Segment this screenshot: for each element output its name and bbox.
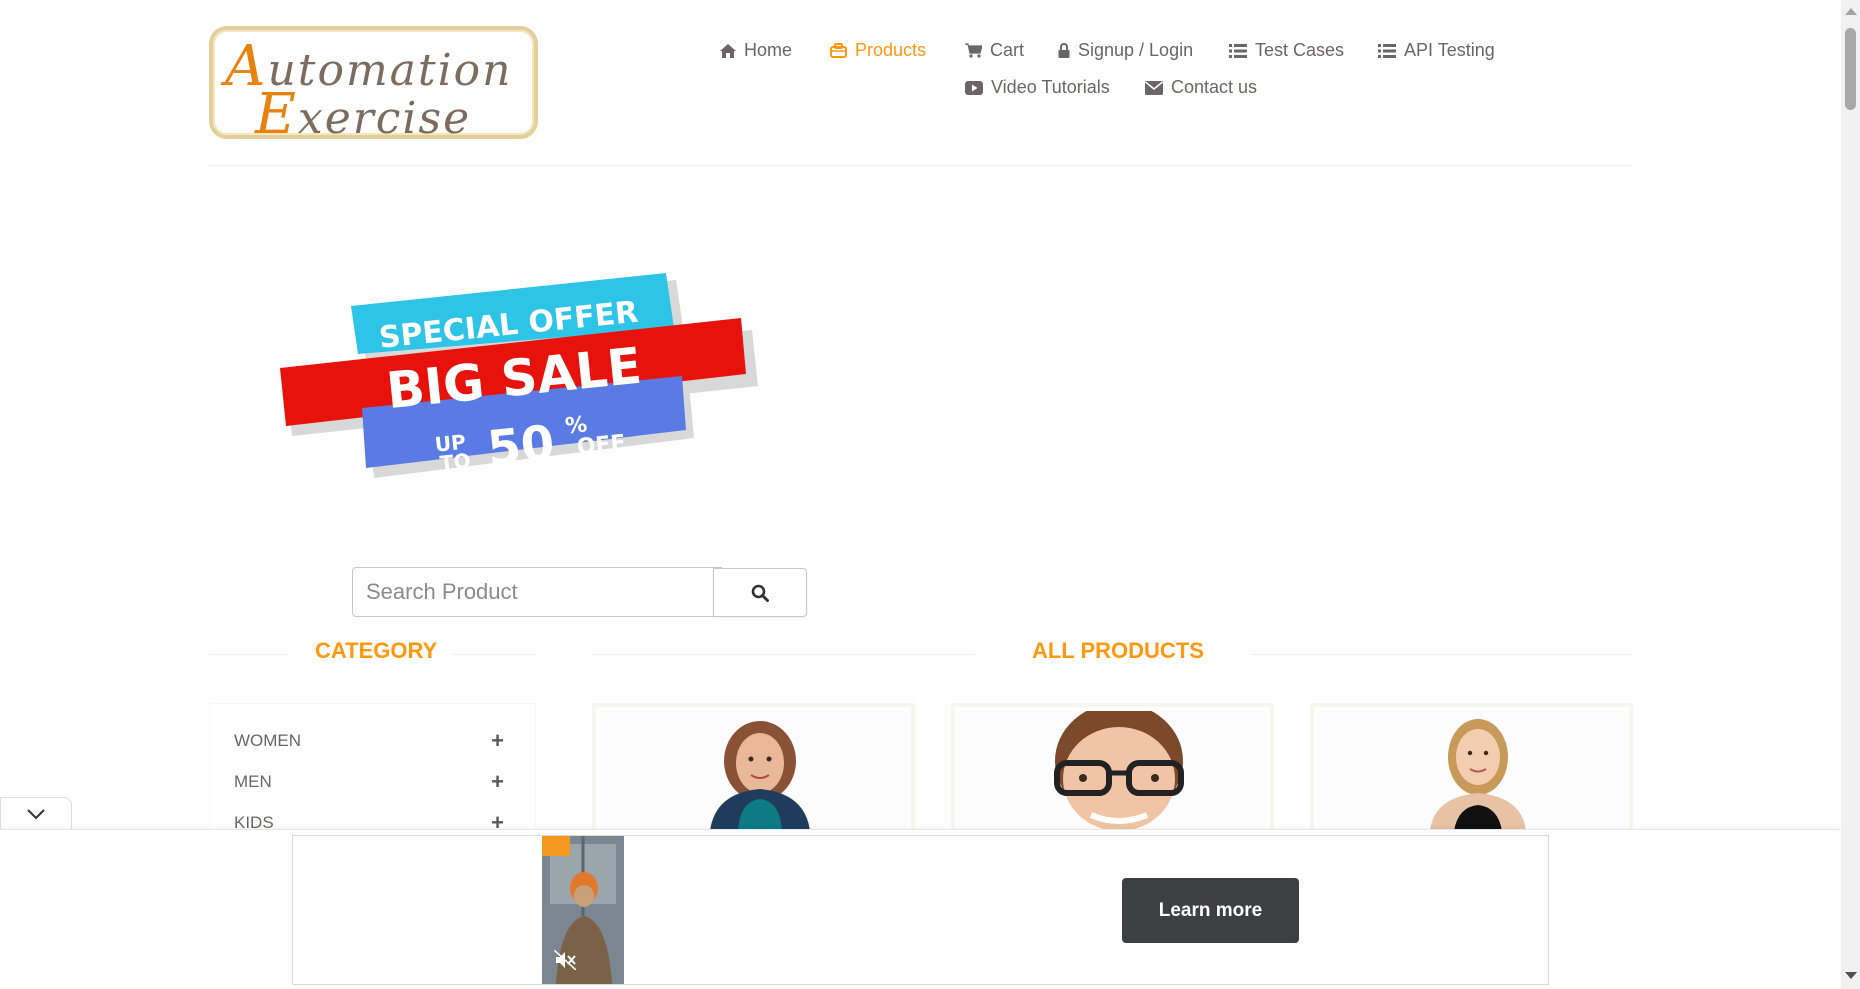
logo-line-2: Exercise	[255, 82, 472, 147]
category-title-line-right	[452, 654, 536, 655]
list-icon	[1378, 43, 1396, 58]
ad-video[interactable]	[542, 836, 624, 984]
nav-products[interactable]: Products	[830, 40, 926, 61]
envelope-icon	[1145, 80, 1163, 95]
ad-learn-more-button[interactable]: Learn more	[1122, 878, 1299, 943]
sale-banner: SPECIAL OFFER BIG SALE UP TO 50 % OFF	[280, 273, 758, 478]
list-icon	[1229, 43, 1247, 58]
nav-api-testing-label: API Testing	[1404, 40, 1495, 60]
nav-home[interactable]: Home	[720, 40, 792, 61]
category-item-men[interactable]: Men +	[234, 767, 504, 797]
search-input[interactable]	[352, 567, 722, 617]
nav-test-cases-label: Test Cases	[1255, 40, 1345, 60]
chevron-down-icon	[27, 809, 45, 820]
scroll-down-arrow[interactable]	[1845, 972, 1857, 979]
nav-home-label: Home	[744, 40, 793, 60]
nav-signup-login-label: Signup / Login	[1078, 40, 1194, 60]
site-logo[interactable]: Automation Exercise	[209, 26, 538, 147]
scroll-up-arrow[interactable]	[1845, 8, 1857, 15]
search-button[interactable]	[713, 568, 807, 617]
nav-video-tutorials[interactable]: Video Tutorials	[965, 77, 1110, 98]
lock-icon	[1058, 43, 1070, 58]
products-title-line-right	[1250, 654, 1632, 655]
product-image	[710, 721, 810, 831]
nav-test-cases[interactable]: Test Cases	[1229, 40, 1344, 61]
cart-icon	[965, 43, 982, 58]
search-icon	[751, 584, 769, 602]
muted-speaker-icon[interactable]	[554, 950, 576, 970]
briefcase-icon	[830, 43, 847, 58]
nav-contact-us-label: Contact us	[1171, 77, 1258, 97]
product-image	[1054, 711, 1184, 831]
category-title-line-left	[209, 654, 289, 655]
page-scrollbar[interactable]	[1841, 0, 1860, 989]
nav-video-tutorials-label: Video Tutorials	[991, 77, 1110, 97]
expand-icon[interactable]: +	[491, 730, 504, 752]
category-title: Category	[315, 638, 438, 663]
nav-api-testing[interactable]: API Testing	[1378, 40, 1495, 61]
category-item-women[interactable]: Women +	[234, 726, 504, 756]
banner-to-text: TO	[439, 448, 472, 475]
all-products-title: All Products	[1032, 638, 1204, 663]
category-label: Women	[234, 731, 302, 750]
banner-off-text: OFF	[576, 431, 627, 461]
home-icon	[720, 43, 736, 58]
products-title-line-left	[592, 654, 975, 655]
nav-products-label: Products	[855, 40, 927, 60]
nav-contact-us[interactable]: Contact us	[1145, 77, 1257, 98]
nav-signup-login[interactable]: Signup / Login	[1058, 40, 1193, 61]
youtube-icon	[965, 80, 983, 95]
category-label: Men	[234, 772, 272, 791]
nav-cart-label: Cart	[990, 40, 1025, 60]
banner-percent-value: 50	[485, 415, 557, 477]
header-divider	[209, 165, 1632, 166]
ad-frame[interactable]	[292, 835, 1549, 985]
product-image	[1430, 719, 1526, 831]
expand-icon[interactable]: +	[491, 771, 504, 793]
scroll-thumb[interactable]	[1845, 28, 1856, 110]
nav-cart[interactable]: Cart	[965, 40, 1024, 61]
ad-collapse-button[interactable]	[0, 797, 72, 830]
